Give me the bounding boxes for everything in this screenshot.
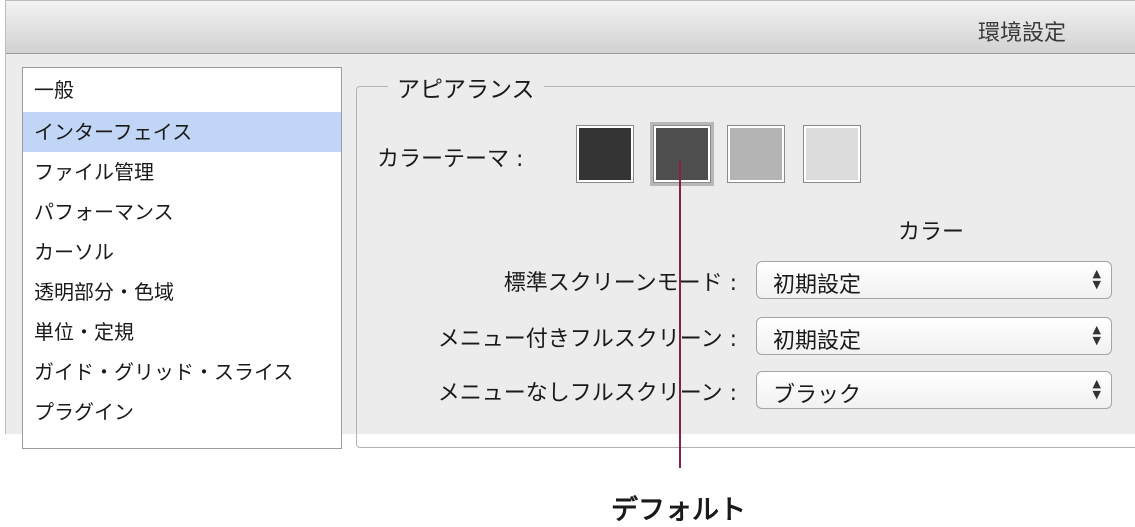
sidebar-item-file-handling[interactable]: ファイル管理 <box>23 152 341 192</box>
sidebar-item-interface[interactable]: インターフェイス <box>23 112 341 152</box>
color-theme-swatch-darkest[interactable] <box>576 125 634 183</box>
window-title: 環境設定 <box>977 21 1066 46</box>
standard-screen-mode-select[interactable]: 初期設定 ▲ ▼ <box>756 261 1112 299</box>
color-theme-label: カラーテーマ : <box>377 147 524 172</box>
updown-arrows-icon: ▲ ▼ <box>1092 267 1101 291</box>
full-screen-label: メニューなしフルスクリーン : <box>437 381 737 406</box>
sidebar-item-performance[interactable]: パフォーマンス <box>23 192 341 232</box>
callout-default-label: デフォルト <box>611 495 746 526</box>
updown-arrows-icon: ▲ ▼ <box>1092 323 1101 347</box>
sidebar-item-transparency-gamut[interactable]: 透明部分・色域 <box>23 272 341 312</box>
select-value: 初期設定 <box>773 329 862 354</box>
full-screen-select[interactable]: ブラック ▲ ▼ <box>756 371 1112 409</box>
updown-arrows-icon: ▲ ▼ <box>1092 377 1101 401</box>
standard-screen-mode-label: 標準スクリーンモード : <box>503 271 737 296</box>
select-value: ブラック <box>773 383 862 408</box>
full-screen-with-menus-label: メニュー付きフルスクリーン : <box>437 327 737 352</box>
sidebar-item-guides-grid-slices[interactable]: ガイド・グリッド・スライス <box>23 352 341 392</box>
color-column-header: カラー <box>898 220 965 245</box>
color-theme-swatch-medium[interactable] <box>727 125 785 183</box>
select-value: 初期設定 <box>773 273 862 298</box>
sidebar-item-plugins[interactable]: プラグイン <box>23 392 341 432</box>
sidebar-item-cursors[interactable]: カーソル <box>23 232 341 272</box>
sidebar-item-units-rulers[interactable]: 単位・定規 <box>23 312 341 352</box>
title-bar: 環境設定 <box>6 1 1135 54</box>
color-theme-swatch-light[interactable] <box>803 125 861 183</box>
appearance-group-label: アピアランス <box>388 70 544 104</box>
color-theme-swatch-dark-selected[interactable] <box>650 122 714 186</box>
callout-line <box>679 161 681 468</box>
sidebar-item-general[interactable]: 一般 <box>23 68 341 112</box>
full-screen-with-menus-select[interactable]: 初期設定 ▲ ▼ <box>756 317 1112 355</box>
preferences-sidebar: 一般 インターフェイス ファイル管理 パフォーマンス カーソル 透明部分・色域 … <box>22 67 342 449</box>
